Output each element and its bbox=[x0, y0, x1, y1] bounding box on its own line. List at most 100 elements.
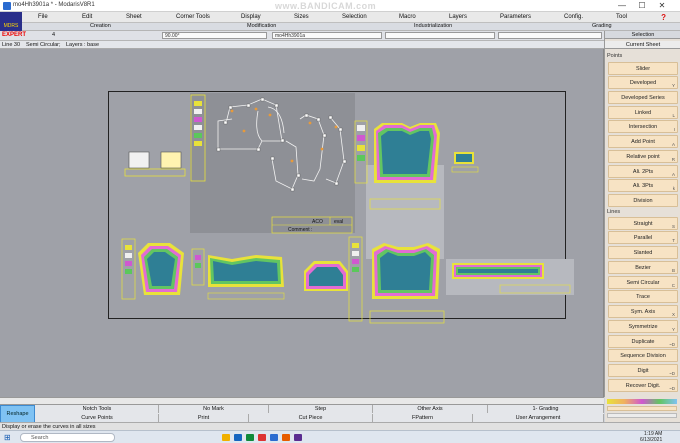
menu-macro[interactable]: Macro bbox=[399, 14, 416, 20]
menu-sizes[interactable]: Sizes bbox=[294, 14, 309, 20]
grading-label[interactable]: Grading bbox=[592, 23, 612, 29]
app-icon bbox=[3, 2, 11, 10]
tool-linked[interactable]: Linked L bbox=[608, 106, 678, 119]
watermark: www.BANDICAM.com bbox=[275, 1, 377, 11]
print-button[interactable]: Print bbox=[159, 414, 249, 422]
tool-duplicate[interactable]: Duplicate ~D bbox=[608, 335, 678, 348]
size-swatches[interactable] bbox=[605, 397, 680, 422]
tool-straight[interactable]: Straight S bbox=[608, 217, 678, 230]
menu-layers[interactable]: Layers bbox=[449, 14, 467, 20]
cut-piece-button[interactable]: Cut Piece bbox=[249, 414, 373, 422]
tool-sym-axis[interactable]: Sym. Axis X bbox=[608, 305, 678, 318]
tool-developed[interactable]: Developed Y bbox=[608, 76, 678, 89]
modification-label[interactable]: Modification bbox=[247, 23, 276, 29]
grading-button[interactable]: 1- Grading bbox=[488, 405, 604, 413]
horizontal-scrollbar[interactable] bbox=[0, 397, 604, 404]
menu-config[interactable]: Config. bbox=[564, 14, 583, 20]
title-block-eval: eval bbox=[334, 219, 343, 225]
tool-relative-point[interactable]: Relative point R bbox=[608, 150, 678, 163]
menu-tool[interactable]: Tool bbox=[616, 14, 627, 20]
step-button[interactable]: Step bbox=[269, 405, 373, 413]
tool-division[interactable]: Division bbox=[608, 194, 678, 207]
curve-points-button[interactable]: Curve Points bbox=[36, 414, 159, 422]
app-icon[interactable] bbox=[282, 434, 290, 441]
size-column bbox=[348, 236, 363, 322]
app-icon[interactable] bbox=[258, 434, 266, 441]
app-icon[interactable] bbox=[246, 434, 254, 441]
maximize-button[interactable]: ☐ bbox=[634, 1, 650, 11]
no-mark-button[interactable]: No Mark bbox=[159, 405, 269, 413]
tool-ali-2pts[interactable]: Ali. 2Pts A bbox=[608, 165, 678, 178]
pattern-piece-body bbox=[369, 123, 441, 210]
category-header: Creation Modification Industrialization … bbox=[22, 23, 680, 31]
points-section-title[interactable]: Points bbox=[607, 53, 622, 59]
tool-semi-circular[interactable]: Semi Circular C bbox=[608, 276, 678, 289]
right-tool-panel: Selection Current Sheet Points Slider De… bbox=[604, 31, 680, 397]
construction-lines bbox=[217, 98, 345, 190]
close-button[interactable]: ✕ bbox=[654, 1, 670, 11]
info-bar: Line 30 Semi Circular; Layers : base bbox=[0, 41, 604, 49]
user-arrangement-button[interactable]: User Arrangement bbox=[473, 414, 604, 422]
grading-field[interactable] bbox=[498, 32, 602, 39]
creation-label[interactable]: Creation bbox=[90, 23, 111, 29]
menu-selection[interactable]: Selection bbox=[342, 14, 367, 20]
bottom-toolbar: Reshape Notch Tools No Mark Step Other A… bbox=[0, 404, 604, 423]
options-row: EXPERT 4 90.00° mo4Hh3901a Selection bbox=[0, 31, 680, 41]
minimize-button[interactable]: — bbox=[614, 1, 630, 11]
other-axis-button[interactable]: Other Axis bbox=[373, 405, 488, 413]
tool-intersection[interactable]: Intersection I bbox=[608, 120, 678, 133]
industrial-field[interactable] bbox=[385, 32, 495, 39]
pattern-piece-pocket bbox=[304, 261, 348, 291]
reshape-button[interactable]: Reshape bbox=[0, 405, 35, 423]
industrialization-label[interactable]: Industrialization bbox=[414, 23, 452, 29]
color-swatch-strip[interactable] bbox=[607, 399, 677, 404]
tool-add-point[interactable]: Add Point A bbox=[608, 135, 678, 148]
pattern-piece-band bbox=[452, 263, 571, 294]
work-canvas[interactable]: ACO eval Comment : bbox=[0, 49, 604, 397]
menu-parameters[interactable]: Parameters bbox=[500, 14, 531, 20]
menu-display[interactable]: Display bbox=[241, 14, 261, 20]
angle-field[interactable]: 90.00° bbox=[162, 32, 267, 39]
windows-start-icon[interactable]: ⊞ bbox=[4, 433, 11, 442]
menu-edit[interactable]: Edit bbox=[82, 14, 92, 20]
menu-sheet[interactable]: Sheet bbox=[126, 14, 142, 20]
size-column bbox=[190, 94, 206, 182]
app-icon[interactable] bbox=[234, 434, 242, 441]
tool-slanted[interactable]: Slanted bbox=[608, 246, 678, 259]
tool-symmetrize[interactable]: Symmetrize Y bbox=[608, 320, 678, 333]
taskbar-search[interactable]: Search bbox=[20, 433, 115, 442]
menu-file[interactable]: File bbox=[38, 14, 48, 20]
tool-digit[interactable]: Digit ~D bbox=[608, 364, 678, 377]
tool-sequence-division[interactable]: Sequence Division bbox=[608, 349, 678, 362]
tool-recover-digit[interactable]: Recover Digit. ~D bbox=[608, 379, 678, 392]
semi-info: Semi Circular; bbox=[26, 42, 61, 48]
swatch-bar[interactable] bbox=[607, 413, 677, 418]
tool-trace[interactable]: Trace bbox=[608, 290, 678, 303]
tool-bezier[interactable]: Bezier B bbox=[608, 261, 678, 274]
app-icon[interactable] bbox=[270, 434, 278, 441]
clock-date[interactable]: 6/13/2021 bbox=[640, 437, 662, 443]
app-icon[interactable] bbox=[294, 434, 302, 441]
tool-ali-3pts[interactable]: Ali. 3Pts k bbox=[608, 179, 678, 192]
expert-badge: EXPERT bbox=[2, 32, 27, 38]
construction-points bbox=[216, 97, 347, 192]
tool-parallel[interactable]: Parallel T bbox=[608, 231, 678, 244]
fpattern-button[interactable]: FPattern bbox=[373, 414, 473, 422]
tool-slider[interactable]: Slider bbox=[608, 62, 678, 75]
notch-tools-button[interactable]: Notch Tools bbox=[36, 405, 159, 413]
size-column bbox=[191, 248, 205, 286]
menu-bar: MDRS File Edit Sheet Corner Tools Displa… bbox=[0, 12, 680, 42]
selection-header[interactable]: Selection bbox=[605, 31, 680, 39]
lines-section-title[interactable]: Lines bbox=[607, 209, 620, 215]
title-block-aco: ACO bbox=[312, 219, 323, 225]
tool-developed-series[interactable]: Developed Series bbox=[608, 91, 678, 104]
help-icon[interactable]: ? bbox=[661, 13, 666, 22]
menu-corner-tools[interactable]: Corner Tools bbox=[176, 14, 210, 20]
current-sheet-header[interactable]: Current Sheet bbox=[605, 41, 680, 49]
piece-field[interactable]: mo4Hh3901a bbox=[272, 32, 382, 39]
pattern-piece-sleeve bbox=[138, 243, 184, 295]
file-explorer-icon[interactable] bbox=[222, 434, 230, 441]
swatch-bar[interactable] bbox=[607, 406, 677, 411]
title-block-comment: Comment : bbox=[288, 227, 312, 233]
pattern-piece-collar bbox=[207, 255, 285, 300]
